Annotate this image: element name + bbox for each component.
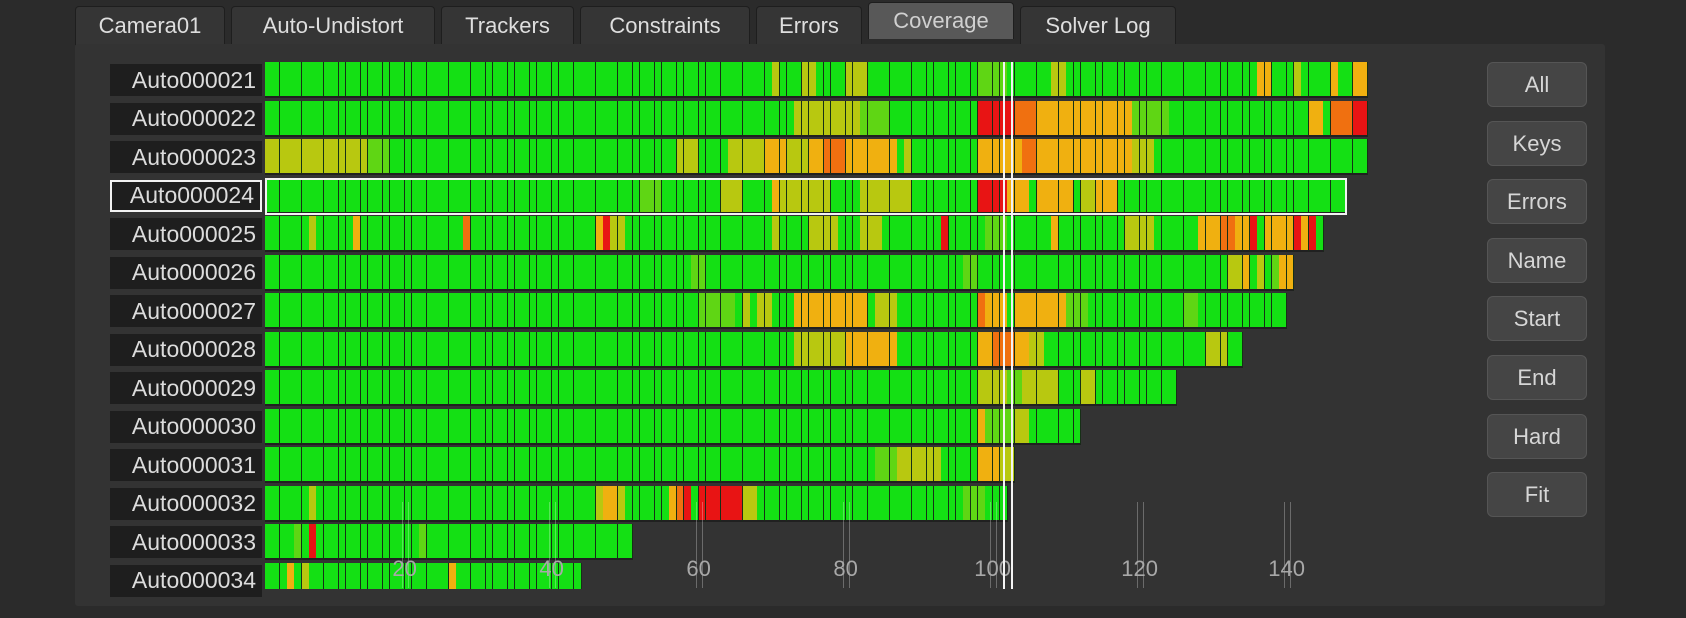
end-button[interactable]: End [1487, 355, 1587, 400]
tracker-label[interactable]: Auto000032 [110, 487, 262, 520]
frame-axis-label: 40 [539, 556, 564, 581]
name-button[interactable]: Name [1487, 238, 1587, 283]
tab-camera01[interactable]: Camera01 [75, 6, 225, 45]
errors-button[interactable]: Errors [1487, 179, 1587, 224]
tracker-label[interactable]: Auto000025 [110, 218, 262, 250]
tracker-label[interactable]: Auto000021 [110, 64, 262, 96]
frame-axis-label: 80 [833, 556, 858, 581]
coverage-cell[interactable] [573, 562, 582, 589]
coverage-cell[interactable] [1360, 62, 1368, 98]
tracker-label[interactable]: Auto000022 [110, 102, 262, 135]
tracker-label[interactable]: Auto000030 [110, 410, 262, 443]
coverage-cell[interactable] [1338, 177, 1346, 214]
frame-axis-label: 20 [392, 556, 417, 581]
tab-errors[interactable]: Errors [756, 6, 862, 45]
tab-solver-log[interactable]: Solver Log [1020, 6, 1176, 45]
tracker-label[interactable]: Auto000026 [110, 256, 262, 289]
tab-auto-undistort[interactable]: Auto-Undistort [231, 6, 435, 45]
tracker-label[interactable]: Auto000028 [110, 333, 262, 366]
tracker-label[interactable]: Auto000027 [110, 295, 262, 327]
current-frame-cursor[interactable] [1003, 62, 1006, 589]
coverage-grid[interactable] [265, 62, 1371, 589]
coverage-cell[interactable] [1279, 293, 1288, 329]
coverage-cell[interactable] [1235, 331, 1244, 368]
tab-trackers[interactable]: Trackers [441, 6, 574, 45]
tracker-label[interactable]: Auto000023 [110, 141, 262, 173]
coverage-cell[interactable] [1316, 216, 1324, 252]
coverage-cell[interactable] [1073, 408, 1082, 445]
coverage-cell[interactable] [1360, 100, 1368, 137]
coverage-cell[interactable] [1169, 370, 1177, 406]
coverage-cell[interactable] [1286, 254, 1295, 291]
all-button[interactable]: All [1487, 62, 1587, 107]
tab-coverage[interactable]: Coverage [868, 2, 1014, 39]
tracker-label[interactable]: Auto000031 [110, 449, 262, 481]
coverage-cell[interactable] [1360, 139, 1368, 175]
keys-button[interactable]: Keys [1487, 121, 1587, 166]
tracker-label[interactable]: Auto000024 [110, 179, 262, 212]
frame-axis-label: 100 [974, 556, 1011, 581]
tab-constraints[interactable]: Constraints [580, 6, 750, 45]
frame-axis-label: 120 [1121, 556, 1158, 581]
tracker-label[interactable]: Auto000033 [110, 526, 262, 558]
hard-button[interactable]: Hard [1487, 414, 1587, 459]
frame-axis-label: 60 [686, 556, 711, 581]
frame-axis-label: 140 [1268, 556, 1305, 581]
current-frame-cursor[interactable] [1011, 62, 1014, 589]
coverage-cell[interactable] [625, 524, 633, 560]
tab-bar: Camera01 Auto-Undistort Trackers Constraint… [75, 2, 1182, 45]
tracker-label[interactable]: Auto000034 [110, 564, 262, 597]
start-button[interactable]: Start [1487, 296, 1587, 341]
tracker-label[interactable]: Auto000029 [110, 372, 262, 404]
fit-button[interactable]: Fit [1487, 472, 1587, 517]
